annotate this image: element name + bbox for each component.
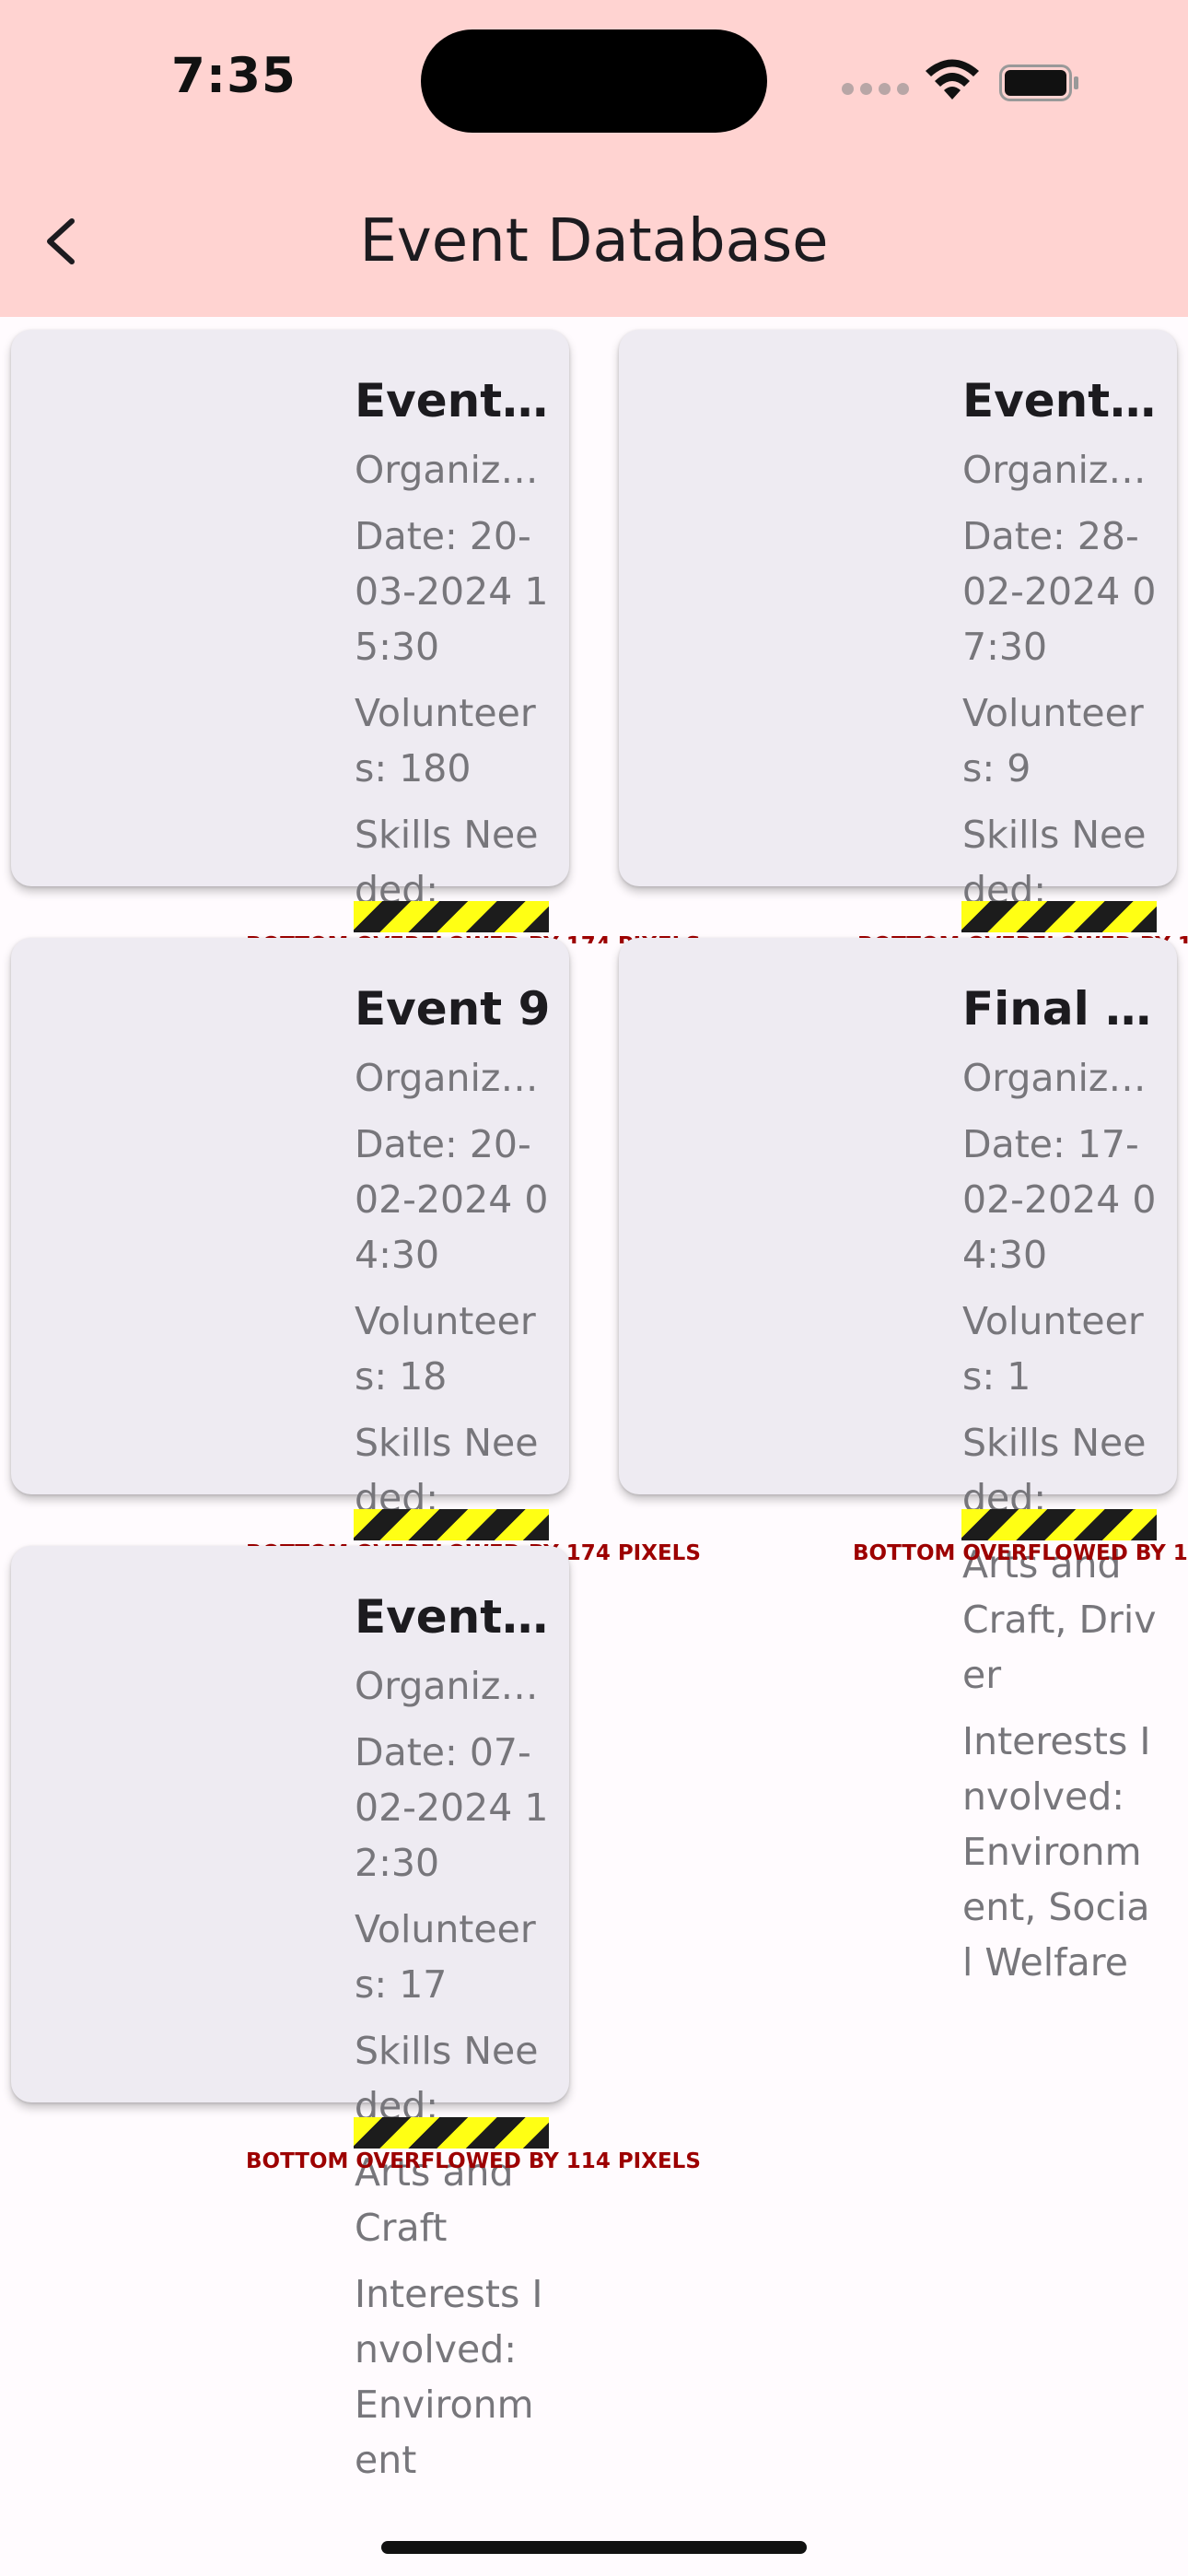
event-date: Date: 28-02-2024 07:30 [962,514,1157,669]
event-organizer: Organiz… [355,1664,539,1708]
event-details: Event … Organiz… Date: 28-02-2024 07:30 … [962,372,1159,929]
event-date: Date: 20-02-2024 04:30 [355,1122,549,1277]
event-date: Date: 17-02-2024 04:30 [962,1122,1157,1277]
home-indicator[interactable] [381,2541,807,2554]
event-organizer: Organiz… [962,1056,1147,1100]
overflow-warning-stripe [961,1509,1157,1540]
event-details-visible: Final … Organiz… Date: 17-02-2024 04:30 … [962,980,1159,1507]
event-interests: Interests Involved: Environment [355,2272,543,2482]
page-title: Event Database [359,207,829,275]
cellular-signal-icon [842,83,915,96]
event-interests: Interests Involved: Environment, Social … [962,1719,1151,1985]
event-volunteers: Volunteers: 1 [962,1299,1144,1399]
status-bar: 7:35 [0,0,1188,157]
event-date: Date: 07-02-2024 12:30 [355,1730,549,1885]
event-skills: Skills Needed: [355,2029,539,2115]
event-volunteers: Volunteers: 180 [355,691,536,790]
event-organizer: Organiz… [962,448,1147,492]
event-title: Event … [962,374,1159,427]
event-organizer: Organiz… [355,1056,539,1100]
battery-icon [999,64,1078,101]
event-details: Event … Organiz… Date: 20-03-2024 15:30 … [355,372,552,929]
event-organizer: Organiz… [355,448,539,492]
wifi-icon [926,59,979,100]
overflow-warning-stripe [354,901,549,932]
event-title: Event … [355,1590,552,1644]
event-details-visible: Event … Organiz… Date: 07-02-2024 12:30 … [355,1588,552,2115]
event-volunteers: Volunteers: 17 [355,1907,536,2007]
event-date: Date: 20-03-2024 15:30 [355,514,549,669]
dynamic-island [421,29,767,133]
event-volunteers: Volunteers: 9 [962,691,1144,790]
event-skills: Skills Needed: [962,1421,1147,1507]
status-time: 7:35 [171,48,297,104]
event-volunteers: Volunteers: 18 [355,1299,536,1399]
event-details: Event 9 Organiz… Date: 20-02-2024 04:30 … [355,980,552,1537]
event-title: Event … [355,374,552,427]
event-grid: Event … Organiz… Date: 20-03-2024 15:30 … [0,317,1188,2528]
event-title: Event 9 [355,982,551,1036]
event-title: Final … [962,982,1152,1036]
overflow-warning-stripe [354,2117,549,2149]
overflow-warning-text: BOTTOM OVERFLOWED BY 174 PIXELS [853,1541,1188,1565]
overflow-warning-text: BOTTOM OVERFLOWED BY 114 PIXELS [246,2149,701,2173]
overflow-warning-stripe [961,901,1157,932]
overflow-warning-stripe [354,1509,549,1540]
